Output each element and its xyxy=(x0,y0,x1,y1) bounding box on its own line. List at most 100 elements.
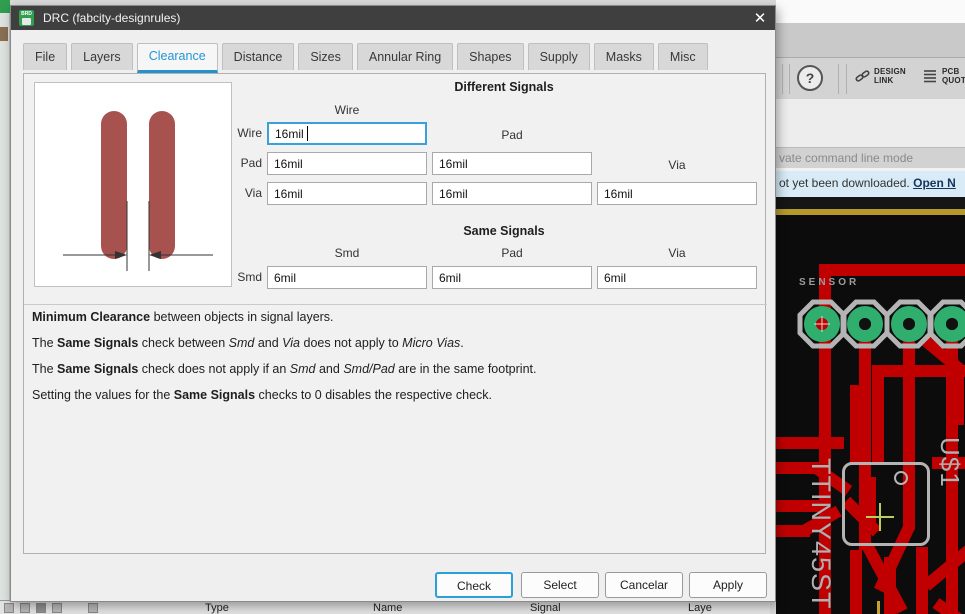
toolbar-separator xyxy=(846,64,847,94)
help-button[interactable]: ? xyxy=(797,65,823,91)
ds-row-label-via: Via xyxy=(244,186,262,200)
ds-wire-wire-input[interactable] xyxy=(267,122,427,145)
ds-row-label-wire: Wire xyxy=(237,126,262,140)
copper-trace xyxy=(884,557,896,614)
ds-wire-wire-cell xyxy=(267,122,427,145)
ds-via-pad-input[interactable] xyxy=(432,182,592,205)
ds-via-wire-input[interactable] xyxy=(267,182,427,205)
command-line-input[interactable]: vate command line mode xyxy=(776,147,965,168)
clearance-preview xyxy=(34,82,232,287)
ss-col-header-via: Via xyxy=(668,246,686,260)
column-header-signal[interactable]: Signal xyxy=(530,602,561,614)
tab-annular-ring[interactable]: Annular Ring xyxy=(356,43,454,70)
clearance-diagram xyxy=(63,111,213,271)
note-smd-pad-footprint: The Same Signals check does not apply if… xyxy=(32,362,537,376)
column-header-type[interactable]: Type xyxy=(205,602,229,614)
canvas-margin xyxy=(776,197,965,209)
ds-pad-wire-input[interactable] xyxy=(267,152,427,175)
ds-pad-pad-cell xyxy=(432,152,592,175)
copper-trace xyxy=(850,385,862,465)
panel-icon[interactable] xyxy=(52,603,62,613)
ic-silkscreen-label: TTINY45ST xyxy=(806,458,836,610)
notification-link[interactable]: Open N xyxy=(913,176,956,190)
main-window-spacer xyxy=(776,99,965,147)
tab-shapes[interactable]: Shapes xyxy=(457,43,524,70)
toolbar-separator xyxy=(789,64,790,94)
notification-bar: ot yet been downloaded. Open N xyxy=(776,171,965,197)
link-icon xyxy=(855,69,870,82)
ss-smd-pad-input[interactable] xyxy=(432,266,592,289)
dialog-titlebar[interactable]: BRD DRC (fabcity-designrules) ✕ xyxy=(11,6,775,30)
sensor-silkscreen-label: SENSOR xyxy=(799,277,860,288)
tab-sizes[interactable]: Sizes xyxy=(298,43,353,70)
ic-footprint-outline xyxy=(842,462,930,546)
panel-icon[interactable] xyxy=(20,603,30,613)
design-link-label-1: DESIGN xyxy=(874,67,906,76)
board-window-icon xyxy=(0,0,10,13)
ic-refdes-label: U$1 xyxy=(935,437,965,488)
different-signals-title: Different Signals xyxy=(454,80,554,94)
tab-masks[interactable]: Masks xyxy=(593,43,654,70)
panel-separator xyxy=(24,304,767,305)
tab-clearance[interactable]: Clearance xyxy=(136,43,218,73)
copper-trace xyxy=(872,365,884,465)
column-header-name[interactable]: Name xyxy=(373,602,402,614)
note-minimum-clearance: Minimum Clearance between objects in sig… xyxy=(32,310,334,324)
notification-text: ot yet been downloaded. xyxy=(779,176,914,190)
tab-distance[interactable]: Distance xyxy=(221,43,295,70)
ds-pad-pad-input[interactable] xyxy=(432,152,592,175)
ss-row-label-smd: Smd xyxy=(237,270,262,284)
main-window-toolbar-band xyxy=(776,23,965,57)
panel-icon[interactable] xyxy=(4,603,14,613)
design-link-button[interactable]: DESIGN LINK xyxy=(855,67,906,85)
clearance-panel: Different Signals Wire Wire Pad Pad Via … xyxy=(23,73,767,554)
ds-via-wire-cell xyxy=(267,182,427,205)
pin1-marker-icon xyxy=(894,471,908,485)
action-toolbar: ? DESIGN LINK PCB QUOT xyxy=(776,57,965,99)
sensor-connector-footprint xyxy=(797,299,965,349)
ss-smd-via-input[interactable] xyxy=(597,266,757,289)
document-lines-icon xyxy=(924,70,936,83)
select-button[interactable]: Select xyxy=(521,572,599,598)
copper-trace xyxy=(850,550,862,614)
check-button[interactable]: Check xyxy=(435,572,513,598)
tab-supply[interactable]: Supply xyxy=(527,43,590,70)
note-zero-disables: Setting the values for the Same Signals … xyxy=(32,388,492,402)
toolbar-icon-fragment xyxy=(0,27,8,41)
brd-icon: BRD xyxy=(19,10,34,26)
tab-layers[interactable]: Layers xyxy=(71,43,133,70)
panel-icon[interactable] xyxy=(36,603,46,613)
ds-col-header-via: Via xyxy=(668,158,686,172)
panel-icon[interactable] xyxy=(88,603,98,613)
main-window-titlebar-fragment xyxy=(776,0,965,23)
ss-col-header-pad: Pad xyxy=(501,246,523,260)
ds-row-label-pad: Pad xyxy=(240,156,262,170)
ss-smd-via-cell xyxy=(597,266,757,289)
dialog-tabbar: File Layers Clearance Distance Sizes Ann… xyxy=(23,43,708,73)
pcb-quote-button[interactable]: PCB QUOT xyxy=(922,67,965,85)
apply-button[interactable]: Apply xyxy=(689,572,767,598)
copper-trace xyxy=(922,542,965,591)
main-window-left-edge xyxy=(0,0,10,614)
drc-errors-table-header: Type Name Signal Laye xyxy=(0,600,770,614)
note-smd-via: The Same Signals check between Smd and V… xyxy=(32,336,464,350)
ss-smd-pad-cell xyxy=(432,266,592,289)
drc-dialog: BRD DRC (fabcity-designrules) ✕ File Lay… xyxy=(10,5,776,602)
ds-pad-wire-cell xyxy=(267,152,427,175)
ds-via-via-input[interactable] xyxy=(597,182,757,205)
ss-smd-smd-input[interactable] xyxy=(267,266,427,289)
pcb-canvas[interactable]: SENSOR TTINY45ST U$1 xyxy=(776,215,965,614)
ss-col-header-smd: Smd xyxy=(334,246,360,260)
column-header-layer[interactable]: Laye xyxy=(688,602,712,614)
tab-misc[interactable]: Misc xyxy=(657,43,708,70)
pcb-quote-label-1: PCB xyxy=(942,67,960,76)
copper-trace xyxy=(819,264,965,276)
ds-col-header-wire: Wire xyxy=(334,103,360,117)
design-link-label-2: LINK xyxy=(874,76,894,85)
same-signals-title: Same Signals xyxy=(463,224,545,238)
tab-file[interactable]: File xyxy=(23,43,68,70)
close-icon[interactable]: ✕ xyxy=(745,9,775,27)
cancel-button[interactable]: Cancelar xyxy=(605,572,683,598)
ds-col-header-pad: Pad xyxy=(501,128,523,142)
copper-trace xyxy=(776,437,844,449)
